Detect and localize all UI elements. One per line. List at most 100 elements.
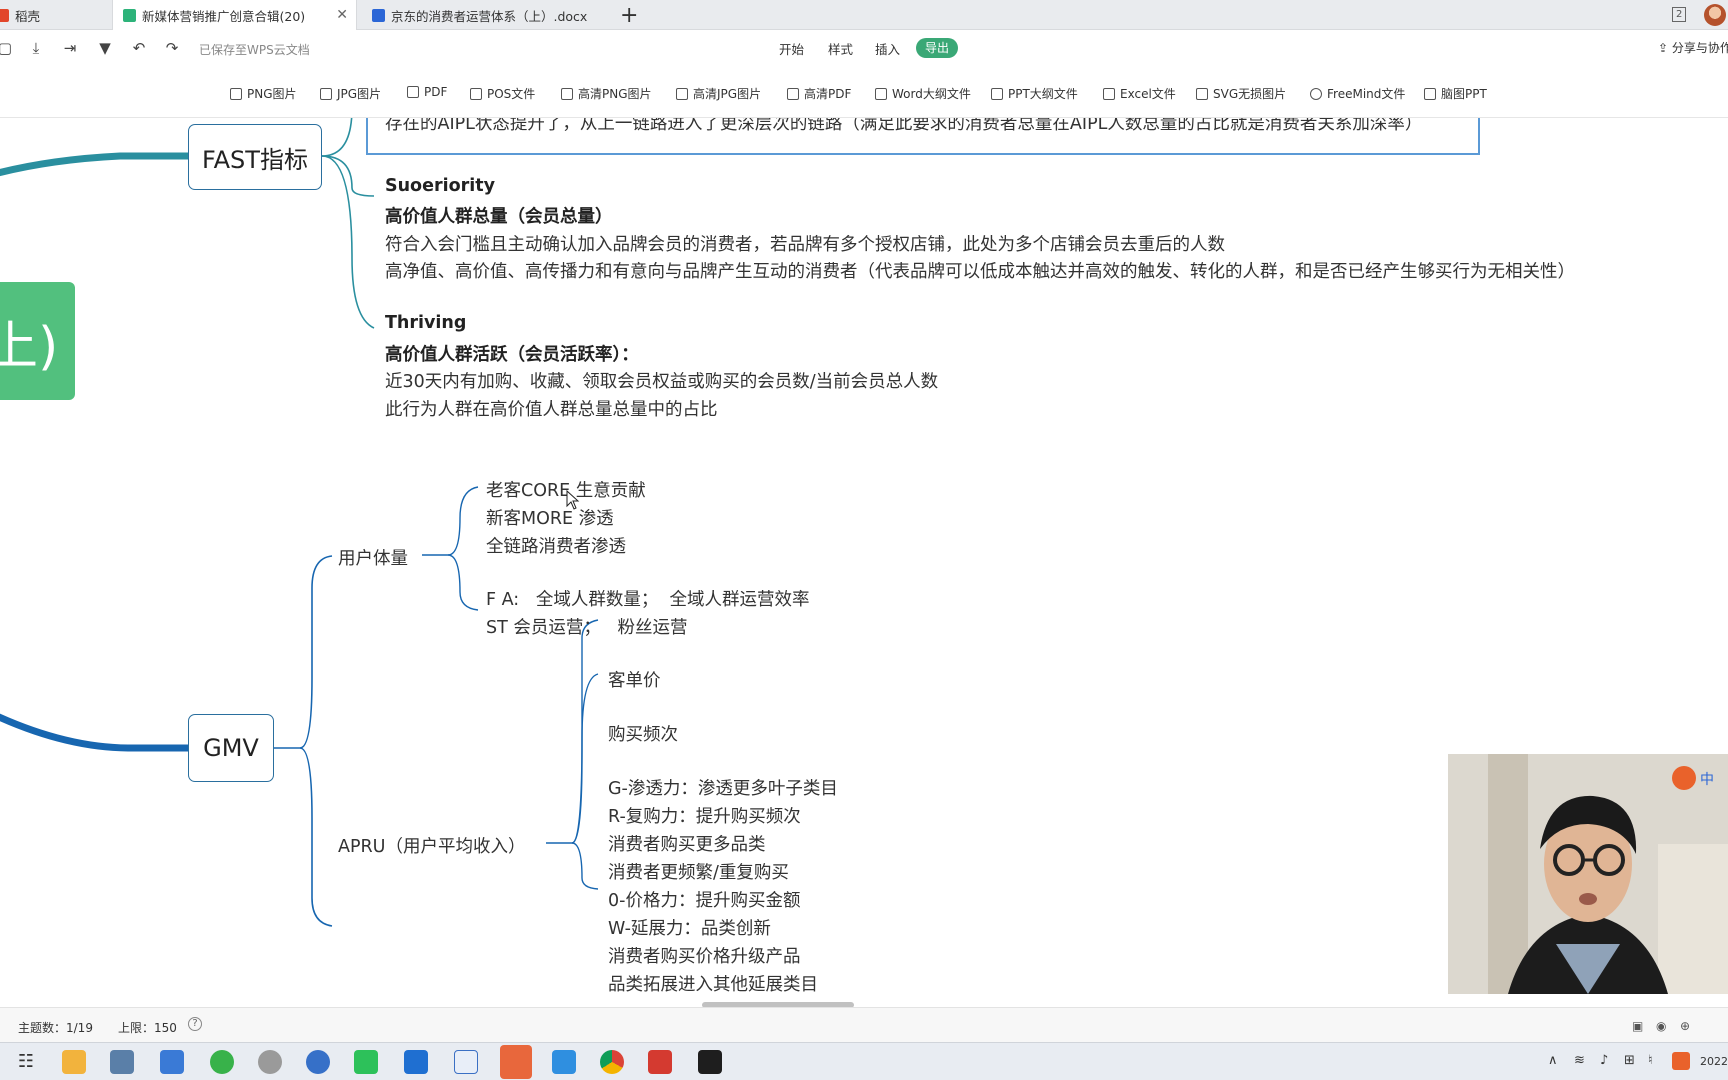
x-app-icon[interactable] [500, 1045, 532, 1079]
export-svg[interactable]: SVG无损图片 [1196, 85, 1286, 102]
superiority-line[interactable]: 高净值、高价值、高传播力和有意向与品牌产生互动的消费者（代表品牌可以低成本触达并… [385, 258, 1575, 283]
wechat-icon[interactable] [354, 1050, 378, 1074]
chrome-icon[interactable] [600, 1050, 624, 1074]
browser-icon[interactable] [210, 1050, 234, 1074]
xmind-icon[interactable] [454, 1050, 478, 1074]
fast-node[interactable]: FAST指标 [188, 124, 322, 190]
aipl-text[interactable]: 存在的AIPL状态提升了，从上一链路进入了更深层次的链路（满足此要求的消费者总量… [385, 118, 1422, 135]
apru-child[interactable]: G-渗透力：渗透更多叶子类目 [608, 775, 838, 800]
topic-count: 主题数：1/19 [18, 1021, 93, 1035]
sogou-icon[interactable] [1672, 1052, 1690, 1070]
settings-icon[interactable] [258, 1050, 282, 1074]
share-button[interactable]: ⇪ 分享与协作 [1658, 39, 1728, 56]
file-icon[interactable]: ▢ [0, 39, 14, 57]
apru-node[interactable]: APRU（用户平均收入） [338, 833, 526, 858]
apru-child[interactable]: 消费者更频繁/重复购买 [608, 859, 789, 884]
undo-icon[interactable]: ↶ [130, 39, 148, 57]
gmv-node-label: GMV [203, 734, 259, 762]
apru-child[interactable]: R-复购力：提升购买频次 [608, 803, 801, 828]
avatar[interactable] [1704, 4, 1726, 26]
camera-app-icon[interactable] [698, 1050, 722, 1074]
thriving-title[interactable]: Thriving [385, 313, 466, 333]
image-viewer-icon[interactable] [110, 1050, 134, 1074]
export-word-outline[interactable]: Word大纲文件 [875, 85, 971, 102]
apru-child[interactable]: W-延展力：品类创新 [608, 915, 771, 940]
add-tab-button[interactable]: + [620, 3, 638, 28]
locate-icon[interactable]: ⊕ [1680, 1019, 1690, 1033]
apru-child[interactable]: 消费者购买更多品类 [608, 831, 766, 856]
dingtalk-icon[interactable] [404, 1050, 428, 1074]
clock[interactable]: 2022 [1700, 1055, 1728, 1068]
format-painter-icon[interactable]: ▼ [96, 39, 114, 57]
menu-insert[interactable]: 插入 [875, 39, 900, 58]
window-counter[interactable]: 2 [1672, 7, 1687, 22]
export-pos[interactable]: POS文件 [470, 85, 535, 102]
root-node[interactable]: 上) [0, 282, 75, 400]
user-volume-child[interactable]: ST 会员运营； 粉丝运营 [486, 614, 688, 639]
wifi-icon[interactable]: ≋ [1574, 1053, 1585, 1068]
mouse-cursor-icon [566, 490, 580, 510]
tab-label: 新媒体营销推广创意合辑(20) [142, 8, 306, 24]
user-volume-child[interactable]: 新客MORE 渗透 [486, 505, 614, 530]
export-label: PNG图片 [247, 87, 297, 101]
menu-start[interactable]: 开始 [779, 39, 804, 58]
apru-child[interactable]: 消费者购买价格升级产品 [608, 943, 801, 968]
export-hd-png[interactable]: 高清PNG图片 [561, 85, 652, 102]
apru-child[interactable]: 品类拓展进入其他延展类目 [608, 971, 818, 996]
presenter-video: 中 [1448, 754, 1728, 994]
page-icon[interactable]: ▣ [1632, 1019, 1643, 1033]
root-node-label: 上) [0, 316, 59, 377]
export-label: Word大纲文件 [892, 87, 971, 101]
download-icon[interactable]: ⤓ [27, 39, 45, 57]
ppt-icon [991, 87, 1003, 100]
arrow-app-icon[interactable] [552, 1050, 576, 1074]
export-label: 高清PNG图片 [578, 87, 652, 101]
apru-child[interactable]: 0-价格力：提升购买金额 [608, 887, 800, 912]
feishu-doc-icon[interactable] [306, 1050, 330, 1074]
export-hd-jpg[interactable]: 高清JPG图片 [676, 85, 761, 102]
tab-mindmap[interactable]: 新媒体营销推广创意合辑(20) ✕ [112, 0, 357, 30]
close-icon[interactable]: ✕ [336, 7, 348, 23]
export-mindmap-ppt[interactable]: 脑图PPT [1424, 85, 1487, 102]
gmv-node[interactable]: GMV [188, 714, 274, 782]
export-pdf[interactable]: PDF [407, 85, 447, 99]
export-jpg[interactable]: JPG图片 [320, 85, 381, 102]
help-icon[interactable]: ? [188, 1017, 202, 1031]
thriving-subtitle[interactable]: 高价值人群活跃（会员活跃率）： [385, 341, 639, 366]
thriving-line[interactable]: 此行为人群在高价值人群总量总量中的占比 [385, 396, 718, 421]
import-icon[interactable]: ⇥ [61, 39, 79, 57]
export-png[interactable]: PNG图片 [230, 85, 297, 102]
file-explorer-icon[interactable] [62, 1050, 86, 1074]
mic-icon[interactable]: ♮ [1648, 1053, 1653, 1068]
superiority-line[interactable]: 符合入会门槛且主动确认加入品牌会员的消费者，若品牌有多个授权店铺，此处为多个店铺… [385, 231, 1225, 256]
topic-limit: 上限：150 [118, 1021, 177, 1035]
ime-lang-icon[interactable]: ⊞ [1624, 1053, 1635, 1068]
export-hd-pdf[interactable]: 高清PDF [787, 85, 851, 102]
superiority-title[interactable]: Suoeriority [385, 176, 495, 196]
image-icon [676, 87, 688, 100]
user-volume-node[interactable]: 用户体量 [338, 545, 408, 570]
word-icon [875, 87, 887, 100]
user-volume-child[interactable]: F A: 全域人群数量； 全域人群运营效率 [486, 586, 810, 611]
apru-child[interactable]: 客单价 [608, 667, 661, 692]
redo-icon[interactable]: ↷ [163, 39, 181, 57]
task-view-icon[interactable]: ☷ [14, 1050, 38, 1074]
volume-icon[interactable]: ♪ [1600, 1053, 1608, 1068]
tab-docx[interactable]: 京东的消费者运营体系（上）.docx [362, 0, 612, 30]
menu-export[interactable]: 导出 [916, 38, 958, 58]
tab-docer[interactable]: 稻壳 [0, 0, 112, 30]
eye-icon[interactable]: ◉ [1656, 1019, 1666, 1033]
feishu-icon[interactable] [160, 1050, 184, 1074]
export-label: FreeMind文件 [1327, 87, 1406, 101]
apru-child[interactable]: 购买频次 [608, 721, 678, 746]
thriving-line[interactable]: 近30天内有加购、收藏、领取会员权益或购买的会员数/当前会员总人数 [385, 368, 938, 393]
export-freemind[interactable]: FreeMind文件 [1310, 85, 1405, 102]
export-ppt-outline[interactable]: PPT大纲文件 [991, 85, 1078, 102]
superiority-subtitle[interactable]: 高价值人群总量（会员总量） [385, 203, 613, 228]
wps-icon[interactable] [648, 1050, 672, 1074]
user-volume-child[interactable]: 全链路消费者渗透 [486, 533, 626, 558]
export-excel[interactable]: Excel文件 [1103, 85, 1176, 102]
menu-style[interactable]: 样式 [828, 39, 853, 58]
chevron-up-icon[interactable]: ∧ [1548, 1053, 1558, 1068]
tab-bar: 稻壳 新媒体营销推广创意合辑(20) ✕ 京东的消费者运营体系（上）.docx … [0, 0, 1728, 30]
